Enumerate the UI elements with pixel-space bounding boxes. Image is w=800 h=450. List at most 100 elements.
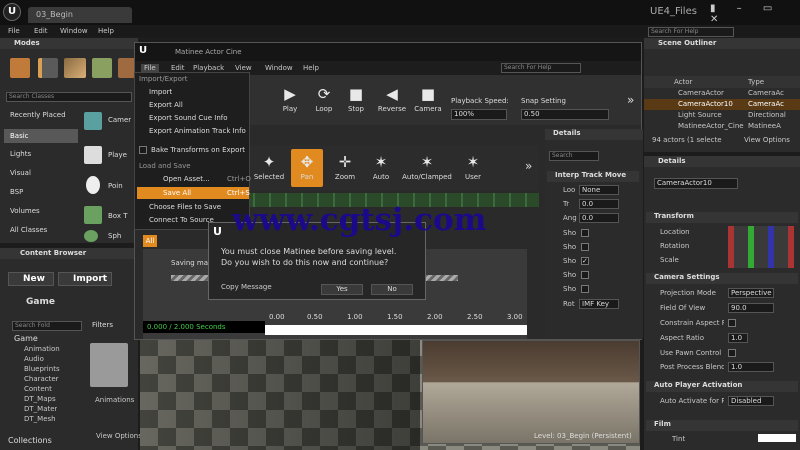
browser-path[interactable]: Game: [26, 297, 55, 307]
menu-edit[interactable]: Edit: [34, 27, 48, 35]
outliner-view-options[interactable]: View Options: [744, 136, 790, 144]
folder-content[interactable]: Content: [24, 385, 52, 393]
collections-button[interactable]: Collections: [8, 436, 64, 445]
menu-open-asset[interactable]: Open Asset...: [163, 175, 210, 183]
proj-mode-select[interactable]: Perspective: [728, 288, 774, 298]
filters-button[interactable]: Filters: [92, 321, 113, 329]
category-lights[interactable]: Lights: [10, 150, 31, 158]
menu-bake[interactable]: Bake Transforms on Export: [151, 146, 245, 154]
window-controls[interactable]: ▮ – ▭ ✕: [710, 3, 798, 25]
aspect-field[interactable]: 1.0: [728, 333, 748, 343]
import-button[interactable]: Import: [58, 272, 112, 286]
translation-field[interactable]: 0.0: [579, 199, 619, 209]
item-sphere[interactable]: Sph: [108, 232, 121, 240]
mmenu-view[interactable]: View: [235, 64, 252, 72]
curve-user-button[interactable]: ✶ User: [457, 153, 489, 181]
menu-export-anim[interactable]: Export Animation Track Info: [149, 127, 246, 135]
auto-activation-header[interactable]: Auto Player Activation: [646, 381, 798, 392]
category-basic[interactable]: Basic: [4, 129, 78, 143]
col-actor[interactable]: Actor: [674, 78, 692, 86]
rotation-mode-select[interactable]: IMF Key: [579, 299, 619, 309]
constrain-checkbox[interactable]: [728, 319, 736, 327]
curve-selected-button[interactable]: ✦ Selected: [251, 153, 287, 181]
no-button[interactable]: No: [371, 284, 413, 295]
sphere-item-icon[interactable]: [84, 230, 98, 242]
loop-button[interactable]: ⟳ Loop: [309, 85, 339, 113]
curve-autoclamped-button[interactable]: ✶ Auto/Clamped: [401, 153, 453, 181]
paint-mode-icon[interactable]: [38, 58, 58, 78]
xyz-fields[interactable]: [728, 226, 794, 268]
place-mode-icon[interactable]: [10, 58, 30, 78]
folder-game[interactable]: Game: [14, 334, 38, 343]
menu-file[interactable]: File: [8, 27, 20, 35]
browser-view-options[interactable]: View Options: [96, 432, 142, 440]
item-player[interactable]: Playe: [108, 151, 127, 159]
lookup-field[interactable]: None: [579, 185, 619, 195]
stop-button[interactable]: ■ Stop: [341, 85, 371, 113]
new-button[interactable]: New: [8, 272, 54, 286]
outliner-row[interactable]: CameraActor CameraAc: [644, 88, 800, 99]
mdetails-checkbox[interactable]: [581, 285, 589, 293]
film-header[interactable]: Film: [646, 420, 798, 431]
item-box[interactable]: Box T: [108, 212, 128, 220]
box-item-icon[interactable]: [84, 206, 102, 224]
category-recent[interactable]: Recently Placed: [10, 111, 66, 119]
folder-animation[interactable]: Animation: [24, 345, 60, 353]
outliner-row-selected[interactable]: CameraActor10 CameraAc: [644, 99, 800, 110]
folder-blueprints[interactable]: Blueprints: [24, 365, 60, 373]
reverse-button[interactable]: ◀ Reverse: [373, 85, 411, 113]
mdetails-checkbox[interactable]: [581, 243, 589, 251]
mmenu-edit[interactable]: Edit: [171, 64, 185, 72]
curve-pan-button[interactable]: ✥ Pan: [291, 149, 323, 187]
item-pointlight[interactable]: Poin: [108, 182, 123, 190]
folder-asset-icon[interactable]: [90, 343, 128, 387]
post-field[interactable]: 1.0: [728, 362, 774, 372]
all-tab[interactable]: All: [143, 235, 157, 247]
outliner-row[interactable]: MatineeActor_Cine MatineeA: [644, 121, 800, 132]
camera-item-icon[interactable]: [84, 112, 102, 130]
play-button[interactable]: ▶ Play: [275, 85, 305, 113]
category-visual[interactable]: Visual: [10, 169, 31, 177]
toolbar-more-icon[interactable]: »: [627, 93, 634, 107]
matinee-help-search[interactable]: Search For Help: [501, 63, 581, 73]
menu-export-sound[interactable]: Export Sound Cue Info: [149, 114, 228, 122]
menu-window[interactable]: Window: [60, 27, 88, 35]
camera-settings-header[interactable]: Camera Settings: [646, 273, 798, 284]
auto-activate-select[interactable]: Disabled: [728, 396, 774, 406]
menu-connect-source[interactable]: Connect To Source: [149, 216, 214, 224]
folder-dtmesh[interactable]: DT_Mesh: [24, 415, 56, 423]
landscape-mode-icon[interactable]: [64, 58, 86, 78]
transform-header[interactable]: Transform: [646, 212, 798, 223]
copy-message-link[interactable]: Copy Message: [221, 283, 272, 291]
folder-dtmater[interactable]: DT_Mater: [24, 405, 57, 413]
category-bsp[interactable]: BSP: [10, 188, 23, 196]
category-volumes[interactable]: Volumes: [10, 207, 40, 215]
asset-animations[interactable]: Animations: [95, 396, 134, 404]
playback-speed-select[interactable]: 100%: [451, 109, 507, 120]
fov-field[interactable]: 90.0: [728, 303, 774, 313]
mdetails-checkbox[interactable]: [581, 271, 589, 279]
menu-choose-files[interactable]: Choose Files to Save: [149, 203, 221, 211]
menu-export-all[interactable]: Export All: [149, 101, 183, 109]
mmenu-help[interactable]: Help: [303, 64, 319, 72]
angle-field[interactable]: 0.0: [579, 213, 619, 223]
category-all[interactable]: All Classes: [10, 226, 47, 234]
curve-zoom-button[interactable]: ✛ Zoom: [329, 153, 361, 181]
mode-icons[interactable]: [8, 54, 138, 82]
mmenu-playback[interactable]: Playback: [193, 64, 224, 72]
interp-track-header[interactable]: Interp Track Move: [547, 171, 639, 182]
folder-dtmaps[interactable]: DT_Maps: [24, 395, 56, 403]
menu-help[interactable]: Help: [98, 27, 114, 35]
mmenu-window[interactable]: Window: [265, 64, 293, 72]
level-tab[interactable]: 03_Begin: [28, 7, 132, 23]
pointlight-item-icon[interactable]: [86, 176, 100, 194]
pawn-checkbox[interactable]: [728, 349, 736, 357]
foliage-mode-icon[interactable]: [92, 58, 112, 78]
camera-button[interactable]: ■ Camera: [411, 85, 445, 113]
player-item-icon[interactable]: [84, 146, 102, 164]
outliner-row[interactable]: Light Source Directional: [644, 110, 800, 121]
mdetails-checkbox-checked[interactable]: ✓: [581, 257, 589, 265]
curve-more-icon[interactable]: »: [525, 159, 532, 173]
mdetails-search[interactable]: Search: [549, 151, 599, 161]
bake-checkbox[interactable]: [139, 146, 147, 154]
